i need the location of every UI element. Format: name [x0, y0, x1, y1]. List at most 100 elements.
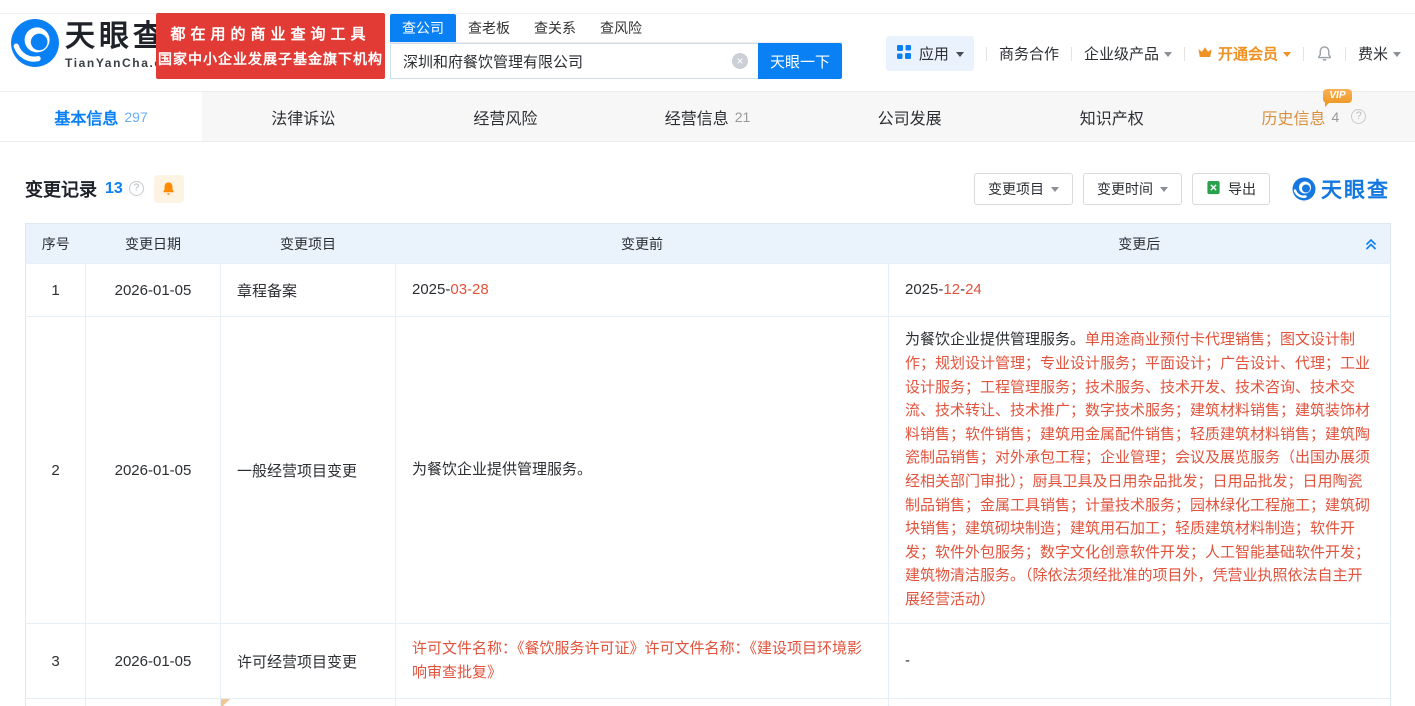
chevron-down-icon [1164, 52, 1172, 57]
cell-before: 2025-03-28 [396, 264, 889, 317]
cell-item: 许可经营项目变更 [221, 624, 396, 699]
tab-5[interactable]: 公司发展 [809, 92, 1011, 141]
crown-icon [1197, 44, 1213, 64]
chevron-down-icon [1051, 187, 1059, 192]
enterprise-label: 企业级产品 [1084, 43, 1159, 64]
changed-text: 许可文件名称：《餐饮服务许可证》许可文件名称：《建设项目环境影响审查批复》 [412, 640, 862, 681]
notifications-bell[interactable] [1316, 45, 1333, 62]
table-row: 22026-01-05一般经营项目变更为餐饮企业提供管理服务。为餐饮企业提供管理… [26, 317, 1391, 624]
cell-after [889, 699, 1391, 706]
changed-text: 12 [943, 281, 960, 298]
cell-no: 3 [26, 624, 86, 699]
chevron-down-icon [1283, 52, 1291, 57]
tab-label: 历史信息 [1262, 111, 1326, 128]
tab-4[interactable]: 经营信息21 [606, 92, 808, 141]
changed-text: 24 [965, 281, 982, 298]
table-body: 12026-01-05章程备案2025-03-282025-12-2422026… [26, 264, 1391, 706]
cell-no: 2 [26, 317, 86, 624]
cell-date: 2026-01-05 [86, 317, 221, 624]
tab-label: 经营信息 [665, 111, 729, 128]
slogan-banner: 都在用的商业查询工具 国家中小企业发展子基金旗下机构 [156, 13, 385, 79]
cell-date: 2026-01-05 [86, 624, 221, 699]
cell-before [396, 699, 889, 706]
clear-icon[interactable]: × [732, 53, 748, 69]
collapse-icon[interactable] [1364, 237, 1378, 251]
watermark-text: 天眼查 [1321, 174, 1390, 204]
cell-text: 3 [51, 653, 59, 670]
tab-label: 法律诉讼 [271, 111, 335, 128]
help-icon[interactable]: ? [129, 181, 144, 196]
tianyancha-swirl-icon [1292, 177, 1316, 201]
top-bar: 天眼查 TianYanCha.com 都在用的商业查询工具 国家中小企业发展子基… [0, 0, 1415, 91]
search-box: × [390, 43, 758, 79]
export-button[interactable]: 导出 [1192, 173, 1270, 205]
section-actions: 变更项目 变更时间 导出 天眼查 [974, 173, 1390, 205]
apps-label: 应用 [919, 43, 949, 64]
tab-7[interactable]: 历史信息 VIP 4? [1213, 92, 1415, 141]
watermark-logo: 天眼查 [1292, 174, 1390, 204]
change-records-table: 序号变更日期变更项目变更前变更后 12026-01-05章程备案2025-03-… [25, 223, 1391, 706]
search-button[interactable]: 天眼一下 [758, 43, 842, 79]
tab-1[interactable]: 基本信息 297 [0, 92, 202, 141]
cell-text: 一般经营项目变更 [237, 463, 357, 480]
cell-text: 为餐饮企业提供管理服务。 [412, 461, 592, 478]
username: 费米 [1358, 43, 1388, 64]
column-header: 序号 [26, 224, 86, 264]
tab-6[interactable]: 知识产权 [1011, 92, 1213, 141]
search-tab-1[interactable]: 查公司 [390, 14, 456, 42]
search-tab-3[interactable]: 查关系 [522, 14, 588, 42]
nav-business-cooperation[interactable]: 商务合作 [999, 43, 1059, 64]
cell-text: 2026-01-05 [115, 282, 192, 299]
nav-enterprise-products[interactable]: 企业级产品 [1084, 43, 1172, 64]
search-tab-2[interactable]: 查老板 [456, 14, 522, 42]
cell-text: 许可经营项目变更 [237, 654, 357, 671]
tab-3[interactable]: 经营风险 [404, 92, 606, 141]
table-header-row: 序号变更日期变更项目变更前变更后 [26, 224, 1391, 264]
chevron-down-icon [956, 52, 964, 57]
column-header: 变更前 [396, 224, 889, 264]
export-label: 导出 [1228, 179, 1256, 199]
cell-text: 2026-01-05 [115, 462, 192, 479]
cell-text: 为餐饮企业提供管理服务。 [905, 331, 1085, 348]
tab-label: 经营风险 [473, 111, 537, 128]
tianyancha-swirl-icon [10, 18, 60, 73]
membership-label: 开通会员 [1218, 43, 1278, 64]
divider [1345, 47, 1346, 61]
slogan-line1: 都在用的商业查询工具 [170, 23, 370, 44]
cell-after: 2025-12-24 [889, 264, 1391, 317]
section-head: 变更记录 13 ? 变更项目 变更时间 导出 [25, 172, 1390, 205]
cell-text: 章程备案 [237, 283, 297, 300]
cell-date: 2026-01-05 [86, 264, 221, 317]
divider [986, 47, 987, 61]
cell-before: 为餐饮企业提供管理服务。 [396, 317, 889, 624]
filter-change-time-label: 变更时间 [1097, 179, 1153, 199]
cell-item [221, 699, 396, 706]
vip-badge: VIP [1323, 89, 1351, 103]
user-menu[interactable]: 费米 [1358, 43, 1401, 64]
tab-count: 297 [124, 109, 147, 125]
search-input[interactable] [391, 53, 758, 70]
cell-before: 许可文件名称：《餐饮服务许可证》许可文件名称：《建设项目环境影响审查批复》 [396, 624, 889, 699]
monitor-bell-button[interactable] [154, 175, 184, 203]
column-header: 变更日期 [86, 224, 221, 264]
divider [1071, 47, 1072, 61]
help-icon[interactable]: ? [1351, 109, 1366, 124]
filter-change-time-button[interactable]: 变更时间 [1083, 173, 1182, 205]
section-title: 变更记录 [25, 176, 97, 202]
nav-open-membership[interactable]: 开通会员 [1197, 43, 1291, 64]
filter-change-item-button[interactable]: 变更项目 [974, 173, 1073, 205]
tab-label: 基本信息 [54, 111, 118, 128]
filter-change-item-label: 变更项目 [988, 179, 1044, 199]
cell-item: 一般经营项目变更 [221, 317, 396, 624]
search-tab-4[interactable]: 查风险 [588, 14, 654, 42]
tab-2[interactable]: 法律诉讼 [202, 92, 404, 141]
cell-after: 为餐饮企业提供管理服务。单用途商业预付卡代理销售；图文设计制作；规划设计管理；专… [889, 317, 1391, 624]
divider [1184, 47, 1185, 61]
cell-no [26, 699, 86, 706]
apps-menu[interactable]: 应用 [886, 36, 974, 71]
cell-text: 2026-01-05 [115, 653, 192, 670]
cell-text: 2025- [905, 281, 943, 298]
cell-after: - [889, 624, 1391, 699]
cell-text: 2025- [412, 281, 450, 298]
tab-count: 4 [1332, 109, 1340, 125]
